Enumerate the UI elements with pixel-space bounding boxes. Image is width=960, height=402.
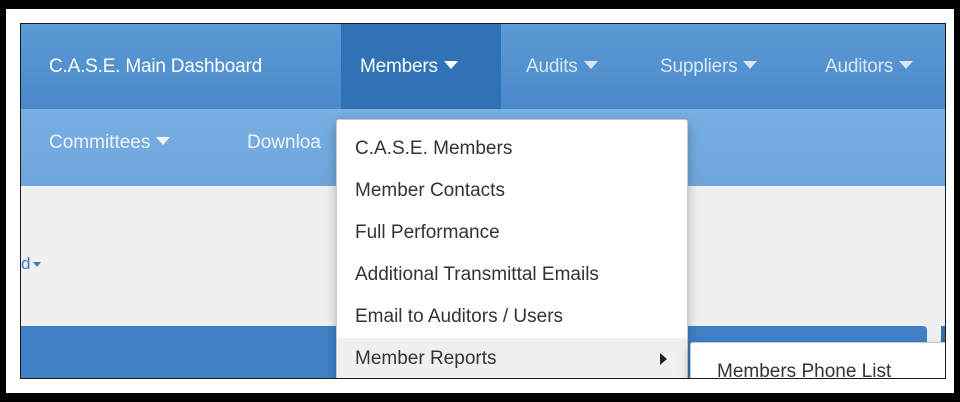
menu-item-email-auditors-users[interactable]: Email to Auditors / Users — [337, 296, 687, 338]
chevron-right-icon — [660, 353, 667, 365]
top-navbar: C.A.S.E. Main Dashboard Members Audits S… — [21, 24, 945, 109]
submenu-item-members-phone-list[interactable]: Members Phone List — [717, 343, 891, 378]
caret-down-icon — [156, 136, 171, 145]
members-dropdown-menu: C.A.S.E. Members Member Contacts Full Pe… — [336, 119, 688, 378]
breadcrumb-label: d — [21, 254, 31, 273]
nav-committees-dropdown[interactable]: Committees — [49, 109, 171, 186]
app-viewport: C.A.S.E. Main Dashboard Members Audits S… — [20, 23, 946, 379]
member-reports-submenu: Members Phone List — [690, 342, 945, 378]
nav-audits-label: Audits — [526, 56, 578, 77]
caret-down-icon — [583, 60, 598, 69]
nav-audits-dropdown[interactable]: Audits — [526, 24, 598, 109]
caret-down-icon — [33, 262, 42, 268]
caret-down-icon — [443, 60, 458, 69]
menu-item-member-contacts[interactable]: Member Contacts — [337, 170, 687, 212]
nav-members-dropdown[interactable]: Members — [360, 24, 458, 109]
nav-auditors-dropdown[interactable]: Auditors — [825, 24, 914, 109]
menu-item-additional-transmittal-emails[interactable]: Additional Transmittal Emails — [337, 254, 687, 296]
caret-down-icon — [899, 60, 914, 69]
nav-committees-label: Committees — [49, 132, 151, 153]
caret-down-icon — [743, 60, 758, 69]
screenshot-frame: C.A.S.E. Main Dashboard Members Audits S… — [0, 0, 960, 402]
nav-suppliers-label: Suppliers — [660, 56, 738, 77]
breadcrumb-dropdown[interactable]: d — [21, 254, 42, 274]
nav-downloads-link[interactable]: Downloa — [247, 109, 321, 186]
menu-item-member-reports-label: Member Reports — [355, 348, 497, 369]
nav-auditors-label: Auditors — [825, 56, 894, 77]
menu-item-case-members[interactable]: C.A.S.E. Members — [337, 128, 687, 170]
nav-members-label: Members — [360, 56, 438, 77]
nav-suppliers-dropdown[interactable]: Suppliers — [660, 24, 758, 109]
nav-brand-link[interactable]: C.A.S.E. Main Dashboard — [49, 24, 262, 109]
menu-item-full-performance[interactable]: Full Performance — [337, 212, 687, 254]
menu-item-member-reports[interactable]: Member Reports — [337, 338, 687, 378]
